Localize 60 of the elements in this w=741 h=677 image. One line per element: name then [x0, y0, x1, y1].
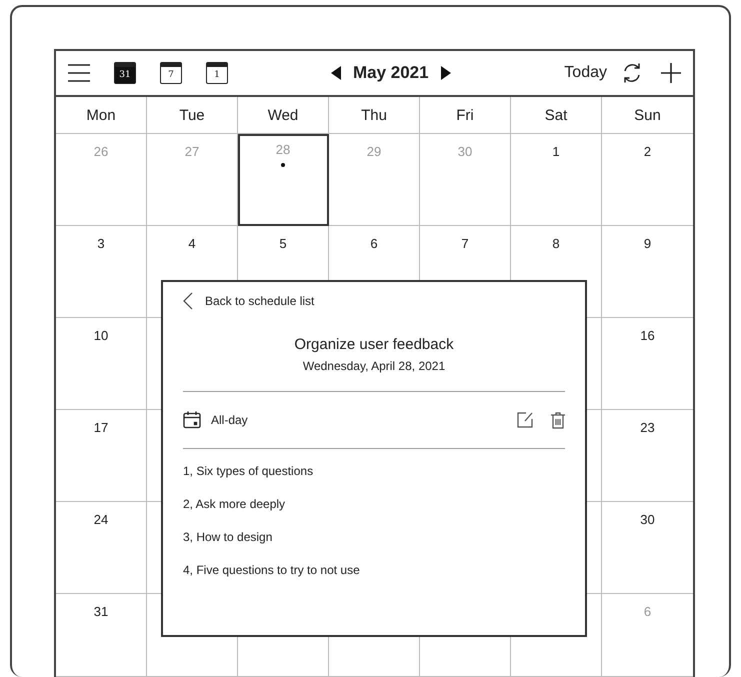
previous-month-button[interactable] — [330, 66, 341, 80]
calendar-icon — [183, 411, 201, 429]
calendar-view-button[interactable]: 1 — [206, 62, 228, 84]
weekday-label: Mon — [56, 97, 147, 134]
add-icon[interactable] — [661, 63, 681, 83]
day-cell[interactable]: 23 — [602, 410, 693, 502]
weekday-label: Sun — [602, 97, 693, 134]
month-title: May 2021 — [352, 63, 429, 83]
event-date: Wednesday, April 28, 2021 — [302, 359, 446, 373]
day-number: 30 — [640, 512, 655, 527]
back-icon — [183, 292, 193, 310]
today-button[interactable]: Today — [564, 64, 607, 82]
day-cell[interactable]: 30 — [602, 502, 693, 594]
note-line: 1, Six types of questions — [183, 463, 314, 480]
day-cell[interactable]: 3 — [56, 226, 147, 318]
weekday-label: Fri — [420, 97, 511, 134]
day-number: 29 — [366, 144, 382, 159]
day-cell[interactable]: 16 — [602, 318, 693, 410]
day-number: 7 — [461, 236, 469, 251]
day-number: 23 — [640, 420, 655, 435]
weekday-label: Thu — [329, 97, 420, 134]
day-number: 27 — [184, 144, 200, 159]
note-line: 2, Ask more deeply — [183, 496, 286, 513]
day-number: 2 — [644, 144, 652, 159]
weekday-label: Wed — [238, 97, 329, 134]
event-time: All-day — [211, 413, 249, 427]
day-number: 9 — [644, 236, 652, 251]
day-number: 8 — [552, 236, 560, 251]
weekday-label: Tue — [147, 97, 238, 134]
edit-icon[interactable] — [517, 412, 533, 428]
next-month-button[interactable] — [440, 66, 451, 80]
calendar-view-button[interactable]: 31 — [114, 62, 136, 84]
weekday-label: Sat — [511, 97, 602, 134]
day-number: 28 — [276, 142, 290, 157]
day-number: 26 — [94, 144, 108, 159]
day-number: 6 — [644, 604, 652, 619]
day-number: 31 — [94, 604, 108, 619]
day-number: 6 — [370, 236, 378, 251]
delete-icon[interactable] — [551, 412, 565, 428]
day-cell[interactable]: 24 — [56, 502, 147, 594]
day-cell[interactable]: 31 — [56, 594, 147, 677]
day-number: 24 — [94, 512, 108, 527]
day-cell[interactable]: 10 — [56, 318, 147, 410]
day-cell[interactable]: 9 — [602, 226, 693, 318]
day-cell[interactable]: 1 — [511, 134, 602, 226]
calendar-view-button[interactable]: 7 — [160, 62, 182, 84]
day-number: 1 — [552, 144, 560, 159]
menu-icon[interactable] — [68, 64, 90, 82]
day-cell[interactable]: 17 — [56, 410, 147, 502]
event-title: Organize user feedback — [293, 336, 455, 353]
day-number: 3 — [97, 236, 105, 251]
note-line: 4, Five questions to try to not use — [183, 562, 361, 579]
day-number: 30 — [458, 144, 472, 159]
day-cell[interactable]: 2 — [602, 134, 693, 226]
day-number: 5 — [279, 236, 287, 251]
note-line: 3, How to design — [183, 529, 274, 546]
day-number: 16 — [640, 328, 655, 343]
day-number: 10 — [94, 328, 108, 343]
day-number: 17 — [94, 420, 108, 435]
day-number: 4 — [188, 236, 196, 251]
